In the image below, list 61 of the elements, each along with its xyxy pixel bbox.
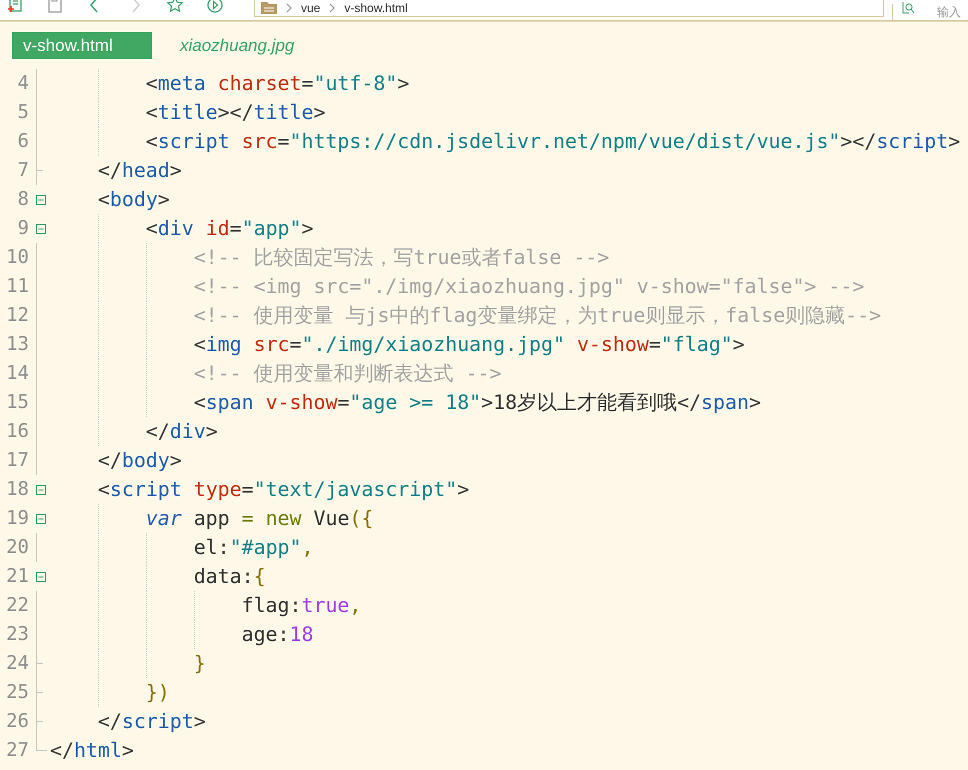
code-line: <!-- 使用变量和判断表达式 -->	[192, 361, 502, 387]
line-number: 7	[16, 158, 30, 184]
line-number: 9	[16, 216, 30, 242]
code-line: <meta charset="utf-8">	[144, 71, 410, 97]
code-line: </body>	[96, 448, 182, 474]
code-line: <script type="text/javascript">	[96, 477, 470, 503]
collapse-icon[interactable]	[36, 224, 46, 234]
code-line: <span v-show="age >= 18">18岁以上才能看到哦</span>	[192, 390, 761, 416]
line-number: 16	[5, 419, 30, 444]
line-number: 4	[16, 71, 30, 96]
code-line: <div id="app">	[144, 216, 314, 242]
line-number: 26	[5, 709, 30, 734]
star-icon[interactable]	[166, 0, 184, 14]
code-line: </div>	[144, 419, 218, 445]
line-number: 14	[5, 361, 30, 386]
code-line: </head>	[96, 158, 182, 184]
code-line: }	[192, 651, 206, 677]
line-number: 5	[16, 100, 30, 126]
chevron-right-icon	[285, 2, 293, 14]
new-file-icon[interactable]	[6, 0, 24, 14]
line-number: 11	[5, 274, 30, 300]
line-number: 25	[5, 680, 30, 706]
line-number: 8	[16, 187, 30, 212]
collapse-icon[interactable]	[36, 572, 46, 582]
code-line: <title></title>	[144, 100, 326, 126]
code-line: <!-- 比较固定写法，写true或者false -->	[192, 245, 610, 271]
line-number: 17	[5, 448, 30, 474]
line-number: 23	[5, 622, 30, 648]
play-icon[interactable]	[206, 0, 224, 14]
code-line: age:18	[240, 622, 314, 648]
line-number: 27	[5, 738, 30, 764]
line-number: 12	[5, 303, 30, 328]
line-number: 6	[16, 129, 30, 154]
chevron-right-icon	[328, 2, 336, 14]
code-line: <!-- 使用变量 与js中的flag变量绑定，为true则显示，false则隐藏-->	[192, 303, 882, 329]
code-line: <script src="https://cdn.jsdelivr.net/npm/vue/dist/vue.js"></script>	[144, 129, 960, 155]
line-number: 20	[5, 535, 30, 560]
line-number: 15	[5, 390, 30, 416]
code-line: el:"#app",	[192, 535, 314, 561]
line-number: 18	[5, 477, 30, 502]
code-line: </script>	[96, 709, 206, 735]
collapse-icon[interactable]	[36, 194, 46, 204]
line-number: 22	[5, 593, 30, 618]
code-line: })	[144, 680, 170, 706]
line-number: 19	[5, 506, 30, 532]
code-line: <!-- <img src="./img/xiaozhuang.jpg" v-show="false"> -->	[192, 274, 864, 300]
breadcrumb-item[interactable]: vue	[301, 1, 320, 15]
save-icon[interactable]	[46, 0, 64, 14]
collapse-icon[interactable]	[36, 484, 46, 494]
line-number: 10	[5, 245, 30, 270]
code-line: data:{	[192, 564, 266, 590]
code-line: <img src="./img/xiaozhuang.jpg" v-show="flag">	[192, 332, 745, 358]
code-line: </html>	[50, 738, 134, 764]
line-number: 13	[5, 332, 30, 358]
line-number: 21	[5, 564, 30, 590]
code-line: flag:true,	[240, 593, 362, 619]
breadcrumb-item[interactable]: v-show.html	[344, 1, 408, 15]
code-line: var app = new Vue({	[144, 506, 374, 532]
collapse-icon[interactable]	[36, 514, 46, 524]
code-line: <body>	[96, 187, 170, 213]
line-number: 24	[5, 651, 30, 676]
